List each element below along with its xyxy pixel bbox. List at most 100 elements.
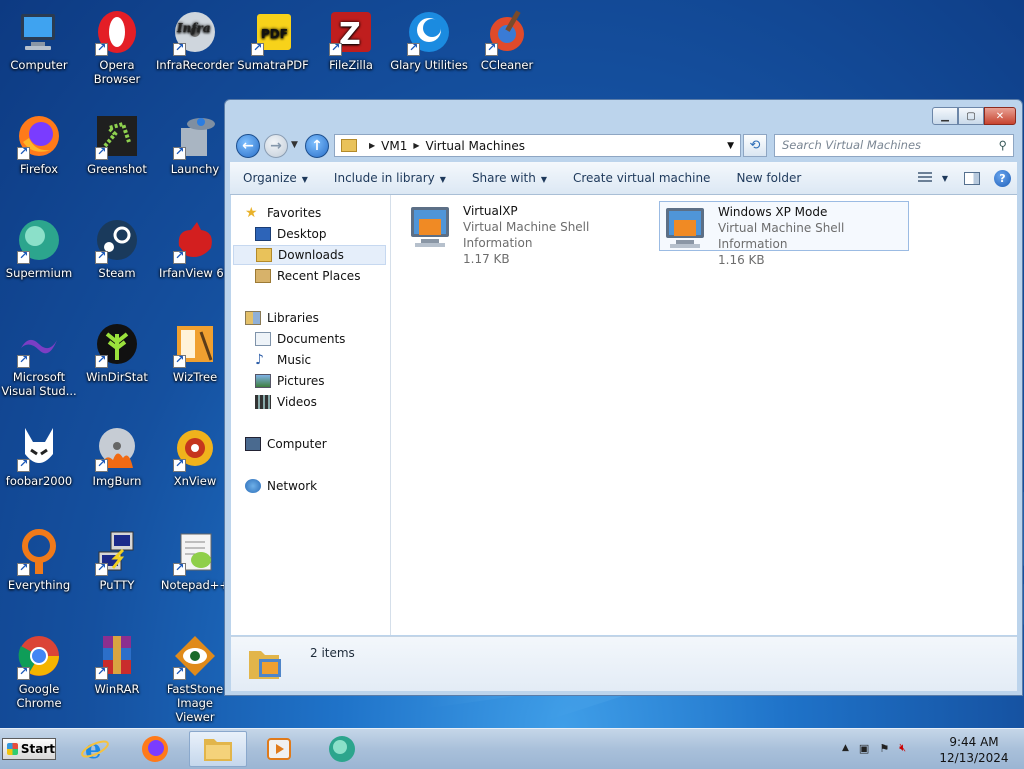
desktop-icon-infrarecorder[interactable]: Infra InfraRecorder [156, 8, 234, 72]
pictures-icon [255, 374, 271, 388]
share-with-button[interactable]: Share with ▼ [459, 171, 560, 185]
desktop-icon-chrome[interactable]: Google Chrome [0, 632, 78, 710]
taskbar-firefox[interactable] [126, 731, 184, 767]
desktop-icon-xnview[interactable]: XnView [156, 424, 234, 488]
explorer-window: ▁ ▢ ✕ ← → ▼ ↑ ▶ VM1 ▶ Virtual Machines ▼… [224, 99, 1023, 696]
virtual-machine-icon [409, 203, 459, 249]
minimize-button[interactable]: ▁ [932, 107, 958, 125]
recent-pages-dropdown[interactable]: ▼ [291, 140, 298, 150]
desktop-icon-notepadpp[interactable]: Notepad++ [156, 528, 234, 592]
recent-places-icon [255, 269, 271, 283]
taskbar-windows-explorer[interactable] [189, 731, 247, 767]
taskbar-internet-explorer[interactable]: e [66, 731, 124, 767]
desktop-icon-imgburn[interactable]: ImgBurn [78, 424, 156, 488]
svg-text:Infra: Infra [176, 21, 211, 35]
computer-icon [21, 14, 55, 50]
desktop-icon-firefox[interactable]: Firefox [0, 112, 78, 176]
nav-desktop[interactable]: Desktop [255, 224, 327, 244]
search-icon[interactable]: ⚲ [999, 135, 1007, 156]
desktop-icon-supermium[interactable]: Supermium [0, 216, 78, 280]
nav-pictures[interactable]: Pictures [255, 371, 325, 391]
navigation-pane: ★ Favorites Desktop Downloads Recent Plac… [231, 195, 391, 635]
address-bar[interactable]: ▶ VM1 ▶ Virtual Machines ▼ [334, 134, 741, 157]
firefox-icon [142, 736, 168, 762]
taskbar: Start e ▲ ▣ ⚑ 🔇︎ 9:44 AM 12/13/2024 [0, 728, 1024, 769]
help-icon[interactable]: ? [994, 169, 1011, 187]
desktop-icon-winrar[interactable]: WinRAR [78, 632, 156, 696]
libraries-icon [245, 311, 261, 325]
command-bar: Organize ▼ Include in library ▼ Share with… [230, 162, 1017, 195]
include-in-library-button[interactable]: Include in library ▼ [321, 171, 459, 185]
show-hidden-icons-button[interactable]: ▲ [842, 743, 849, 753]
preview-pane-icon[interactable] [964, 171, 980, 185]
desktop-icon-steam[interactable]: Steam [78, 216, 156, 280]
nav-downloads[interactable]: Downloads [233, 245, 386, 265]
title-bar[interactable]: ▁ ▢ ✕ [225, 100, 1022, 132]
clock[interactable]: 9:44 AM 12/13/2024 [938, 734, 1010, 766]
file-list: VirtualXP Virtual Machine Shell Informat… [391, 195, 1017, 679]
nav-computer[interactable]: Computer [245, 434, 327, 454]
nav-documents[interactable]: Documents [255, 329, 345, 349]
network-icon [245, 479, 261, 493]
volume-muted-icon[interactable]: 🔇︎ [899, 741, 906, 755]
network-status-icon[interactable]: ▣ [859, 742, 869, 755]
taskbar-media-player[interactable] [250, 731, 308, 767]
nav-network[interactable]: Network [245, 476, 317, 496]
breadcrumb-vm1[interactable]: VM1 [381, 139, 407, 153]
desktop-icon-everything[interactable]: Everything [0, 528, 78, 592]
close-button[interactable]: ✕ [984, 107, 1016, 125]
nav-favorites[interactable]: ★ Favorites [245, 203, 321, 223]
star-icon: ★ [245, 205, 258, 221]
create-vm-button[interactable]: Create virtual machine [560, 171, 723, 185]
desktop-icon-irfanview[interactable]: IrfanView 64 [156, 216, 234, 280]
forward-button[interactable]: → [264, 134, 288, 158]
documents-icon [255, 332, 271, 346]
folder-icon [204, 739, 232, 761]
virtual-machine-icon [664, 204, 714, 250]
breadcrumb-arrow-icon[interactable]: ▶ [413, 141, 419, 150]
change-view-icon[interactable] [917, 172, 932, 184]
organize-button[interactable]: Organize ▼ [230, 171, 321, 185]
desktop-icon-windirstat[interactable]: WinDirStat [78, 320, 156, 384]
file-item-windows-xp-mode[interactable]: Windows XP Mode Virtual Machine Shell In… [659, 201, 909, 267]
up-button[interactable]: ↑ [305, 134, 329, 158]
desktop-icon-filezilla[interactable]: Z FileZilla [312, 8, 390, 72]
nav-libraries[interactable]: Libraries [245, 308, 319, 328]
folder-icon [341, 139, 357, 152]
desktop-icon-sumatrapdf[interactable]: PDF SumatraPDF [234, 8, 312, 72]
computer-icon [245, 437, 261, 451]
desktop-icon-ccleaner[interactable]: CCleaner [468, 8, 546, 72]
chevron-down-icon[interactable]: ▼ [727, 141, 734, 151]
nav-music[interactable]: ♪ Music [255, 350, 311, 370]
nav-videos[interactable]: Videos [255, 392, 317, 412]
system-tray: ▲ ▣ ⚑ 🔇︎ [842, 741, 906, 755]
taskbar-supermium[interactable] [313, 731, 371, 767]
refresh-button[interactable]: ⟲ [743, 134, 767, 157]
breadcrumb-virtual-machines[interactable]: Virtual Machines [426, 139, 526, 153]
desktop-icon-opera[interactable]: Opera Browser [78, 8, 156, 86]
desktop-icon-wiztree[interactable]: WizTree [156, 320, 234, 384]
folder-icon [245, 643, 289, 683]
desktop-icon-putty[interactable]: PuTTY [78, 528, 156, 592]
desktop-icon-glary[interactable]: Glary Utilities [390, 8, 468, 72]
new-folder-button[interactable]: New folder [723, 171, 814, 185]
windows-flag-icon [7, 743, 18, 755]
breadcrumb-arrow-icon[interactable]: ▶ [369, 141, 375, 150]
desktop-icon-faststone[interactable]: FastStone Image Viewer [156, 632, 234, 724]
search-input[interactable]: Search Virtual Machines ⚲ [774, 134, 1014, 157]
desktop-icon [255, 227, 271, 241]
start-button[interactable]: Start [2, 738, 56, 760]
music-note-icon: ♪ [255, 352, 264, 368]
desktop-icon-visual-studio[interactable]: Microsoft Visual Stud... [0, 320, 78, 398]
downloads-folder-icon [256, 248, 272, 262]
desktop-icon-greenshot[interactable]: Greenshot [78, 112, 156, 176]
desktop-icon-foobar2000[interactable]: foobar2000 [0, 424, 78, 488]
nav-recent-places[interactable]: Recent Places [255, 266, 360, 286]
file-item-virtualxp[interactable]: VirtualXP Virtual Machine Shell Informat… [405, 201, 645, 266]
chevron-down-icon[interactable]: ▼ [942, 174, 948, 183]
desktop-icon-launchy[interactable]: Launchy [156, 112, 234, 176]
action-center-flag-icon[interactable]: ⚑ [879, 742, 889, 755]
maximize-button[interactable]: ▢ [958, 107, 984, 125]
desktop-icon-computer[interactable]: Computer [0, 8, 78, 72]
back-button[interactable]: ← [236, 134, 260, 158]
